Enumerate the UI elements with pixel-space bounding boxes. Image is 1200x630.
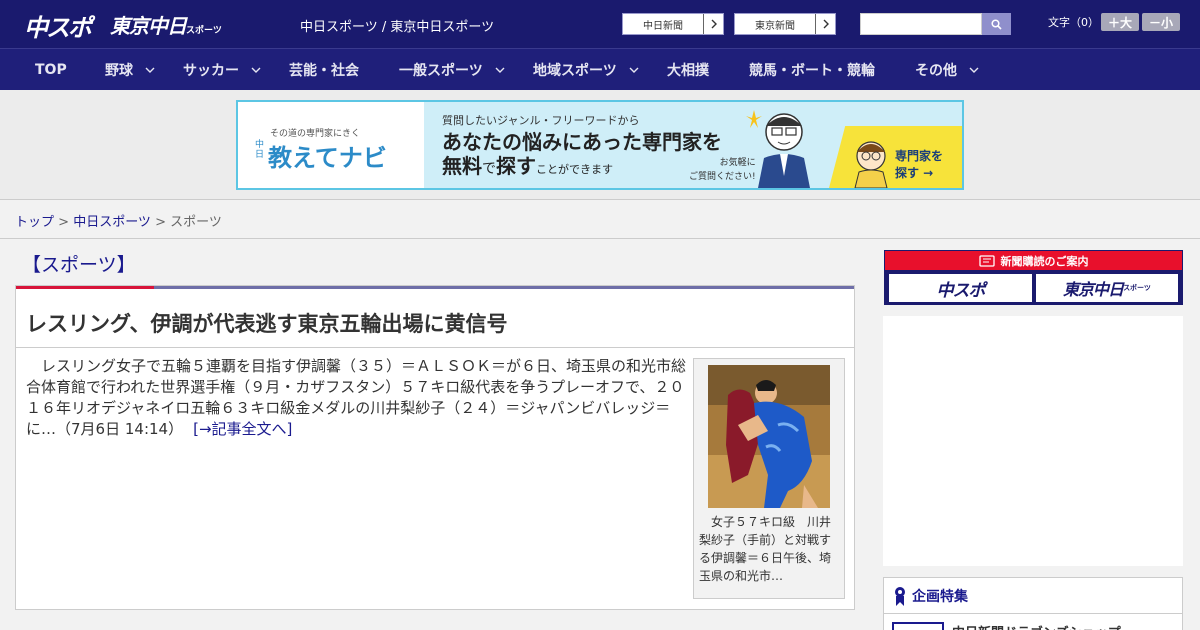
subscription-header: 新聞購読のご案内 — [885, 251, 1182, 270]
sidebar-ad-slot — [883, 316, 1183, 566]
chevron-right-icon — [815, 14, 835, 34]
breadcrumb-separator: > — [150, 215, 171, 230]
nav-item-label: その他 — [915, 63, 957, 79]
main-nav: TOP 野球 サッカー 芸能・社会 一般スポーツ 地域スポーツ 大相撲 競馬・ボ… — [0, 48, 1200, 90]
ad-message-panel: 質問したいジャンル・フリーワードから あなたの悩みにあった専門家を 無料で探すこ… — [424, 102, 962, 188]
feature-item-dragons-shop[interactable]: 中日新聞ドラゴンズショップ — [892, 622, 1121, 630]
find-expert-line2: 探す → — [895, 166, 934, 180]
chunichi-shimbun-link[interactable]: 中日新聞 — [622, 13, 724, 35]
search-button[interactable] — [982, 13, 1011, 35]
photo-caption-text: 女子５７キロ級 川井梨紗子（手前）と対戦する伊調馨＝６日午後、埼玉県の和光市… — [699, 515, 832, 583]
nav-item-racing[interactable]: 競馬・ボート・競輪 — [749, 49, 875, 91]
ad-line3-de: で — [482, 161, 496, 177]
feature-header: 企画特集 — [884, 578, 1182, 614]
font-size-label: 文字（0） — [1048, 16, 1099, 29]
nav-item-local-sports[interactable]: 地域スポーツ — [533, 49, 639, 91]
breadcrumb: トップ > 中日スポーツ > スポーツ — [15, 211, 222, 230]
breadcrumb-chunichi-sports[interactable]: 中日スポーツ — [73, 215, 151, 230]
font-smaller-button[interactable]: －小 — [1142, 13, 1180, 31]
breadcrumb-top[interactable]: トップ — [15, 215, 54, 230]
photo-caption: 女子５７キロ級 川井梨紗子（手前）と対戦する伊調馨＝６日午後、埼玉県の和光市… — [699, 513, 839, 585]
nav-item-label: 競馬・ボート・競輪 — [749, 63, 875, 79]
nav-item-label: 野球 — [105, 63, 133, 79]
ribbon-icon — [895, 586, 905, 606]
search-input[interactable] — [860, 13, 982, 35]
ad-brand: 教えてナビ — [268, 144, 387, 172]
chevron-down-icon — [969, 67, 979, 73]
nav-item-top[interactable]: TOP — [35, 49, 67, 91]
feature-item-label: 中日新聞ドラゴンズショップ — [952, 622, 1121, 630]
tokyo-shimbun-link[interactable]: 東京新聞 — [734, 13, 836, 35]
breadcrumb-separator: > — [54, 215, 74, 230]
nav-item-baseball[interactable]: 野球 — [105, 49, 155, 91]
article-summary: レスリング女子で五輪５連覇を目指す伊調馨（３５）＝ＡＬＳＯＫ＝が６日、埼玉県の和… — [26, 356, 686, 440]
ticket-icon — [978, 254, 995, 267]
read-full-article-link[interactable]: [→記事全文へ] — [193, 420, 292, 438]
nav-item-label: サッカー — [183, 63, 239, 79]
site-title: 中日スポーツ / 東京中日スポーツ — [300, 20, 495, 35]
subscribe-tokyo-chunichi-link[interactable]: 東京中日 スポーツ — [1036, 274, 1178, 302]
article-photo-box: 女子５７キロ級 川井梨紗子（手前）と対戦する伊調馨＝６日午後、埼玉県の和光市… — [693, 358, 845, 599]
tokyo-chunichi-logo-text: 東京中日 — [110, 14, 187, 38]
ad-brand-panel: その道の専門家にきく 中日 教えてナビ — [238, 102, 424, 188]
article-topbar-accent — [16, 286, 154, 289]
nav-item-label: 大相撲 — [667, 63, 709, 79]
subscription-header-label: 新聞購読のご案内 — [1000, 254, 1089, 268]
subscribe-chuspo-link[interactable]: 中スポ — [889, 274, 1032, 302]
article-date: （7月6日 14:14） — [56, 420, 184, 438]
chuspo-logo[interactable]: 中スポ — [24, 8, 92, 42]
ad-line3: 無料で探すことができます — [442, 150, 613, 179]
oshiete-navi-ad-banner[interactable]: その道の専門家にきく 中日 教えてナビ 質問したいジャンル・フリーワードから あ… — [236, 100, 964, 190]
section-title: 【スポーツ】 — [22, 254, 136, 276]
font-larger-button[interactable]: ＋大 — [1101, 13, 1139, 31]
advisor-illustration — [746, 110, 810, 188]
feature-item-thumbnail — [892, 622, 944, 630]
find-expert-button[interactable]: 専門家を探す → — [829, 126, 962, 188]
nav-item-label: TOP — [35, 62, 67, 78]
ad-line3-free: 無料 — [442, 154, 482, 178]
find-expert-label: 専門家を探す → — [895, 148, 943, 182]
nav-item-soccer[interactable]: サッカー — [183, 49, 261, 91]
article-headline[interactable]: レスリング、伊調が代表逃す東京五輪出場に黄信号 — [26, 308, 508, 338]
chevron-down-icon — [495, 67, 505, 73]
thinking-person-illustration — [854, 141, 888, 188]
chevron-down-icon — [251, 67, 261, 73]
nav-item-general-sports[interactable]: 一般スポーツ — [399, 49, 505, 91]
chevron-down-icon — [629, 67, 639, 73]
chevron-right-icon — [703, 14, 723, 34]
chunichi-shimbun-label: 中日新聞 — [643, 20, 683, 32]
headline-divider — [16, 347, 854, 348]
subscribe-tokyo-chunichi-suffix: スポーツ — [1123, 284, 1151, 292]
nav-item-sumo[interactable]: 大相撲 — [667, 49, 709, 91]
ad-line3-can: ことができます — [536, 163, 613, 176]
nav-item-other[interactable]: その他 — [915, 49, 979, 91]
nav-item-entertainment[interactable]: 芸能・社会 — [289, 49, 359, 91]
article-card: レスリング、伊調が代表逃す東京五輪出場に黄信号 レスリング女子で五輪５連覇を目指… — [15, 285, 855, 610]
ad-area: その道の専門家にきく 中日 教えてナビ 質問したいジャンル・フリーワードから あ… — [0, 90, 1200, 200]
tokyo-chunichi-logo[interactable]: 東京中日スポーツ — [110, 10, 222, 42]
subscription-box: 新聞購読のご案内 中スポ 東京中日 スポーツ — [884, 250, 1183, 305]
breadcrumb-divider — [0, 238, 1200, 239]
chevron-down-icon — [145, 67, 155, 73]
search-icon — [991, 18, 1002, 30]
feature-header-label: 企画特集 — [912, 588, 968, 605]
site-header: 中スポ 東京中日スポーツ 中日スポーツ / 東京中日スポーツ 中日新聞 東京新聞… — [0, 0, 1200, 48]
nav-item-label: 一般スポーツ — [399, 63, 483, 79]
wrestling-photo[interactable] — [708, 365, 830, 508]
nav-item-label: 地域スポーツ — [533, 63, 617, 79]
subscribe-tokyo-chunichi-text: 東京中日 — [1063, 280, 1124, 299]
ad-brand-prefix: 中日 — [255, 140, 265, 160]
ad-line3-search: 探す — [496, 154, 536, 178]
tokyo-shimbun-label: 東京新聞 — [755, 20, 795, 32]
feature-box: 企画特集 中日新聞ドラゴンズショップ — [883, 577, 1183, 630]
nav-item-label: 芸能・社会 — [289, 63, 359, 79]
breadcrumb-current: スポーツ — [170, 215, 222, 230]
tokyo-chunichi-logo-suffix: スポーツ — [186, 26, 222, 36]
find-expert-line1: 専門家を — [895, 149, 944, 163]
